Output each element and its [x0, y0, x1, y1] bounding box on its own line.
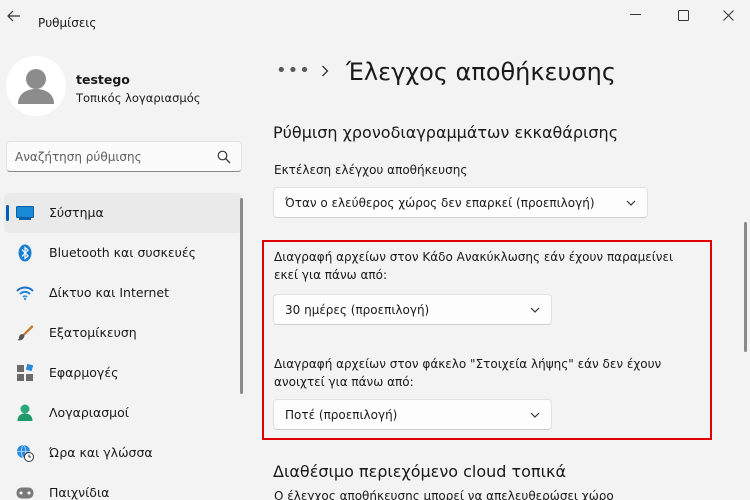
sidebar-item-system[interactable]: Σύστημα: [4, 193, 242, 233]
sidebar-item-bluetooth[interactable]: Bluetooth και συσκευές: [4, 233, 242, 273]
recycle-bin-dropdown[interactable]: 30 ημέρες (προεπιλογή): [273, 294, 552, 325]
run-storage-sense-dropdown[interactable]: Όταν ο ελεύθερος χώρος δεν επαρκεί (προε…: [273, 187, 648, 218]
run-storage-sense-label: Εκτέλεση ελέγχου αποθήκευσης: [274, 163, 468, 177]
cloud-section-description: Ο έλεγχος αποθήκευσης μπορεί να απελευθε…: [274, 489, 614, 500]
close-icon: [722, 9, 734, 21]
search-input[interactable]: [15, 148, 210, 166]
breadcrumb: ••• Έλεγχος αποθήκευσης: [276, 58, 736, 92]
minimize-icon: [629, 14, 641, 15]
profile-name: testego: [76, 72, 130, 87]
sidebar-item-label: Δίκτυο και Internet: [49, 285, 169, 300]
recycle-bin-label-line2: εκεί για πάνω από:: [274, 268, 388, 282]
sidebar-item-accounts[interactable]: Λογαριασμοί: [4, 393, 242, 433]
sidebar-item-personalization[interactable]: Εξατομίκευση: [4, 313, 242, 353]
arrow-left-icon: [7, 10, 20, 22]
page-title: Έλεγχος αποθήκευσης: [346, 58, 616, 86]
bluetooth-icon: [16, 244, 34, 262]
profile-account-type: Τοπικός λογαριασμός: [76, 91, 201, 105]
maximize-icon: [677, 9, 689, 21]
minimize-button[interactable]: [612, 4, 658, 26]
recycle-bin-label-line1: Διαγραφή αρχείων στον Κάδο Ανακύκλωσης ε…: [274, 250, 674, 264]
gamepad-icon: [16, 484, 34, 500]
sidebar-item-time-language[interactable]: Ώρα και γλώσσα: [4, 433, 242, 473]
back-button[interactable]: [4, 6, 24, 26]
sidebar-item-apps[interactable]: Εφαρμογές: [4, 353, 242, 393]
person-icon: [18, 69, 54, 104]
avatar: [6, 56, 66, 116]
search-box[interactable]: [6, 141, 242, 172]
chevron-down-icon: [530, 307, 540, 313]
sidebar-item-label: Λογαριασμοί: [49, 405, 129, 420]
sidebar-nav: Σύστημα Bluetooth και συσκευές Δίκτυο κα…: [4, 193, 242, 500]
dropdown-value: 30 ημέρες (προεπιλογή): [285, 303, 430, 317]
schedule-section-heading: Ρύθμιση χρονοδιαγραμμάτων εκκαθάρισης: [273, 123, 619, 142]
sidebar-item-network[interactable]: Δίκτυο και Internet: [4, 273, 242, 313]
apps-icon: [16, 364, 34, 382]
sidebar-scrollbar[interactable]: [240, 198, 243, 394]
sidebar-item-label: Ώρα και γλώσσα: [49, 445, 153, 460]
sidebar-item-gaming[interactable]: Παιχνίδια: [4, 473, 242, 500]
dropdown-value: Ποτέ (προεπιλογή): [285, 408, 398, 422]
sidebar-item-label: Εξατομίκευση: [49, 325, 137, 340]
selection-indicator: [6, 205, 9, 221]
chevron-down-icon: [530, 412, 540, 418]
chevron-down-icon: [626, 200, 636, 206]
close-button[interactable]: [705, 4, 750, 26]
downloads-label-line2: ανοιχτεί για πάνω από:: [274, 375, 414, 389]
cloud-section-heading: Διαθέσιμο περιεχόμενο cloud τοπικά: [273, 462, 566, 481]
dropdown-value: Όταν ο ελεύθερος χώρος δεν επαρκεί (προε…: [285, 196, 595, 210]
downloads-label-line1: Διαγραφή αρχείων στον φάκελο "Στοιχεία λ…: [274, 357, 662, 371]
globe-clock-icon: [16, 444, 34, 462]
sidebar-item-label: Σύστημα: [49, 205, 104, 220]
sidebar-item-label: Εφαρμογές: [49, 365, 119, 380]
search-icon[interactable]: [217, 150, 231, 164]
main-scrollbar[interactable]: [744, 222, 747, 352]
system-display-icon: [16, 204, 34, 222]
maximize-button[interactable]: [660, 4, 706, 26]
downloads-dropdown[interactable]: Ποτέ (προεπιλογή): [273, 399, 552, 430]
app-title: Ρυθμίσεις: [38, 16, 97, 30]
chevron-right-icon: [322, 65, 329, 77]
account-icon: [16, 404, 34, 422]
user-profile[interactable]: testego Τοπικός λογαριασμός: [6, 56, 246, 118]
title-bar: Ρυθμίσεις: [0, 0, 750, 32]
breadcrumb-more-button[interactable]: •••: [276, 60, 311, 81]
sidebar-item-label: Παιχνίδια: [49, 485, 110, 500]
sidebar-item-label: Bluetooth και συσκευές: [49, 245, 196, 260]
wifi-icon: [16, 284, 34, 302]
brush-icon: [16, 324, 34, 342]
